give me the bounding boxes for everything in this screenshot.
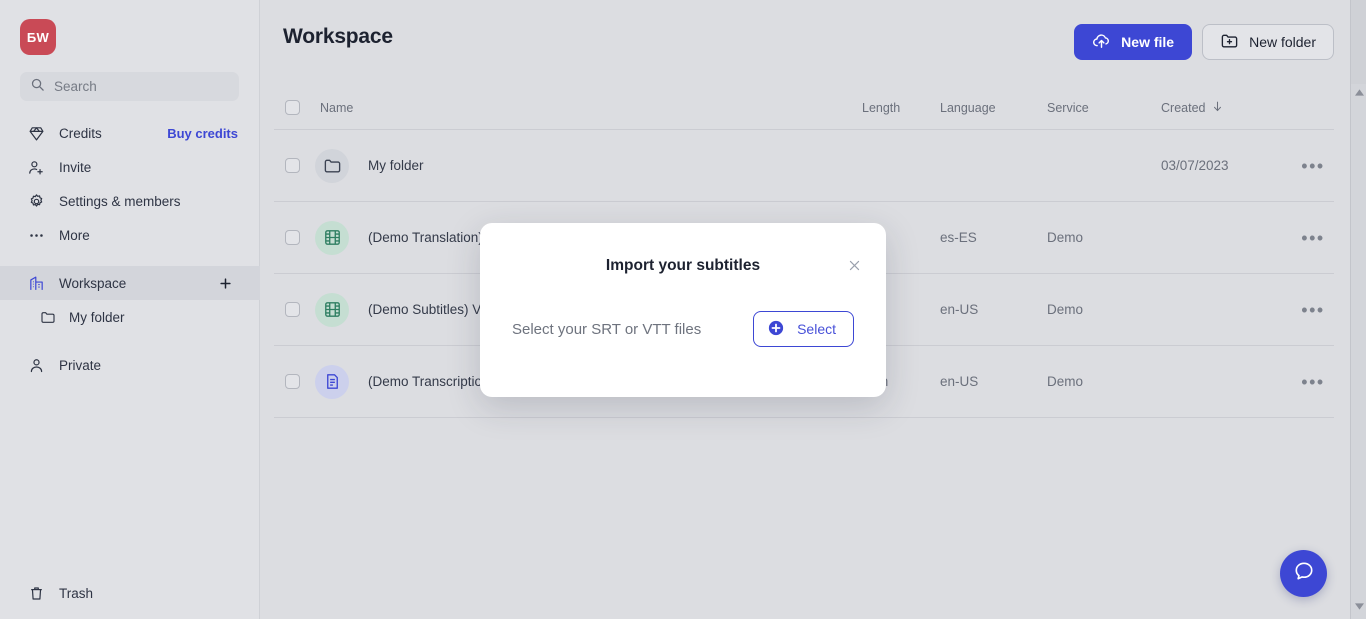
nav-divider-gap-2 xyxy=(0,334,260,348)
add-workspace-button[interactable] xyxy=(217,275,233,291)
sidebar-item-private[interactable]: Private xyxy=(0,348,260,382)
row-menu-button[interactable]: ••• xyxy=(1292,299,1334,320)
avatar[interactable]: БW xyxy=(20,19,56,55)
row-service: Demo xyxy=(1047,230,1084,245)
diamond-icon xyxy=(28,125,45,142)
select-all-checkbox[interactable] xyxy=(285,100,315,115)
sidebar-item-invite[interactable]: Invite xyxy=(0,150,260,184)
cloud-upload-icon xyxy=(1092,31,1111,53)
dialog-body: Select your SRT or VTT files Select xyxy=(512,311,854,347)
sidebar-item-trash[interactable]: Trash xyxy=(0,576,260,610)
row-language: en-US xyxy=(940,302,979,317)
row-menu-button[interactable]: ••• xyxy=(1292,227,1334,248)
nav-divider-gap xyxy=(0,252,260,266)
folder-icon xyxy=(40,309,56,325)
dialog-hint: Select your SRT or VTT files xyxy=(512,320,702,338)
row-checkbox[interactable] xyxy=(285,374,315,389)
column-header-length[interactable]: Length xyxy=(862,101,940,115)
row-created: 03/07/2023 xyxy=(1161,158,1229,173)
sidebar-item-my-folder[interactable]: My folder xyxy=(0,300,260,334)
search-placeholder: Search xyxy=(54,79,97,94)
new-folder-button[interactable]: New folder xyxy=(1202,24,1334,60)
folder-icon xyxy=(315,148,349,183)
film-icon xyxy=(315,292,349,327)
table-row[interactable]: My folder 03/07/2023 ••• xyxy=(274,130,1334,202)
ellipsis-icon: ••• xyxy=(1301,155,1325,176)
search-icon xyxy=(30,77,45,97)
row-checkbox[interactable] xyxy=(285,302,315,317)
ellipsis-icon: ••• xyxy=(1301,227,1325,248)
sidebar-item-settings[interactable]: Settings & members xyxy=(0,184,260,218)
ellipsis-icon: ••• xyxy=(1301,371,1325,392)
sidebar-item-more[interactable]: More xyxy=(0,218,260,252)
header-actions: New file New folder xyxy=(1074,24,1334,60)
table-header-row: Name Length Language Service Created xyxy=(274,86,1334,130)
sidebar-nav: Credits Buy credits Invite Settings & me… xyxy=(0,116,260,382)
chat-bubble-icon xyxy=(1293,560,1315,587)
row-name: My folder xyxy=(368,158,424,173)
column-header-created-label: Created xyxy=(1161,100,1206,115)
column-header-name[interactable]: Name xyxy=(315,101,862,115)
building-icon xyxy=(28,275,45,292)
row-language: en-US xyxy=(940,374,979,389)
sidebar-item-label: Workspace xyxy=(59,275,127,291)
search-input[interactable]: Search xyxy=(20,72,239,101)
ellipsis-icon xyxy=(28,227,45,244)
sidebar-item-label: Trash xyxy=(59,585,94,601)
sidebar-item-label: More xyxy=(59,227,90,243)
scroll-down-arrow-icon[interactable] xyxy=(1351,598,1366,615)
film-icon xyxy=(315,220,349,255)
sidebar-item-label: Credits xyxy=(59,125,102,141)
app-root: БW Search Credits Buy credits Invite Set… xyxy=(0,0,1366,619)
row-service: Demo xyxy=(1047,302,1084,317)
sidebar-item-label: Settings & members xyxy=(59,193,181,209)
buy-credits-link[interactable]: Buy credits xyxy=(167,126,238,141)
row-checkbox[interactable] xyxy=(285,230,315,245)
folder-plus-icon xyxy=(1220,31,1239,53)
new-file-button[interactable]: New file xyxy=(1074,24,1193,60)
dialog-title: Import your subtitles xyxy=(605,257,761,274)
new-file-label: New file xyxy=(1121,34,1175,50)
select-files-label: Select xyxy=(797,321,836,337)
import-subtitles-dialog: Import your subtitles Select your SRT or… xyxy=(480,223,886,397)
new-folder-label: New folder xyxy=(1249,34,1316,50)
sidebar: БW Search Credits Buy credits Invite Set… xyxy=(0,0,260,619)
sidebar-item-credits[interactable]: Credits Buy credits xyxy=(0,116,260,150)
scrollbar-track[interactable] xyxy=(1351,84,1366,619)
row-checkbox[interactable] xyxy=(285,158,315,173)
column-header-created[interactable]: Created xyxy=(1161,100,1292,116)
row-menu-button[interactable]: ••• xyxy=(1292,155,1334,176)
close-icon[interactable] xyxy=(844,255,864,275)
help-chat-button[interactable] xyxy=(1280,550,1327,597)
user-icon xyxy=(28,357,45,374)
scroll-up-arrow-icon[interactable] xyxy=(1351,84,1366,101)
sidebar-footer: Trash xyxy=(0,576,260,610)
row-service: Demo xyxy=(1047,374,1084,389)
user-plus-icon xyxy=(28,159,45,176)
select-files-button[interactable]: Select xyxy=(753,311,854,347)
ellipsis-icon: ••• xyxy=(1301,299,1325,320)
column-header-service[interactable]: Service xyxy=(1047,101,1161,115)
sidebar-item-label: Private xyxy=(59,357,102,373)
column-header-language[interactable]: Language xyxy=(940,101,1047,115)
gear-icon xyxy=(28,193,45,210)
trash-icon xyxy=(28,585,45,602)
row-menu-button[interactable]: ••• xyxy=(1292,371,1334,392)
sidebar-subitem-label: My folder xyxy=(69,309,125,325)
page-title: Workspace xyxy=(283,25,393,48)
vertical-scrollbar[interactable] xyxy=(1350,0,1366,619)
document-icon xyxy=(315,364,349,399)
sort-arrow-down-icon xyxy=(1211,100,1224,116)
sidebar-item-label: Invite xyxy=(59,159,92,175)
row-name-cell: My folder xyxy=(315,148,862,183)
row-language: es-ES xyxy=(940,230,977,245)
plus-circle-icon xyxy=(767,319,785,340)
sidebar-item-workspace[interactable]: Workspace xyxy=(0,266,260,300)
